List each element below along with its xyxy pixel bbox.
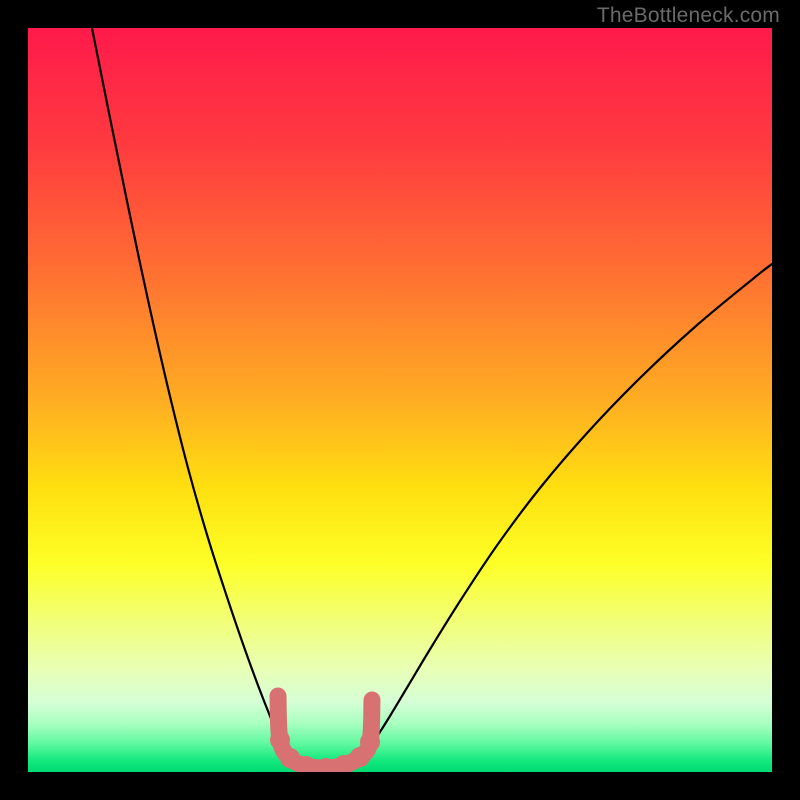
marker-dot <box>270 730 290 750</box>
bottleneck-curve <box>92 28 772 768</box>
marker-dot <box>365 693 379 707</box>
marker-dot <box>360 732 380 752</box>
curve-layer <box>28 28 772 772</box>
watermark-text: TheBottleneck.com <box>597 4 780 28</box>
plot-area <box>28 28 772 772</box>
chart-frame: TheBottleneck.com <box>0 0 800 800</box>
marker-dot <box>271 689 285 703</box>
